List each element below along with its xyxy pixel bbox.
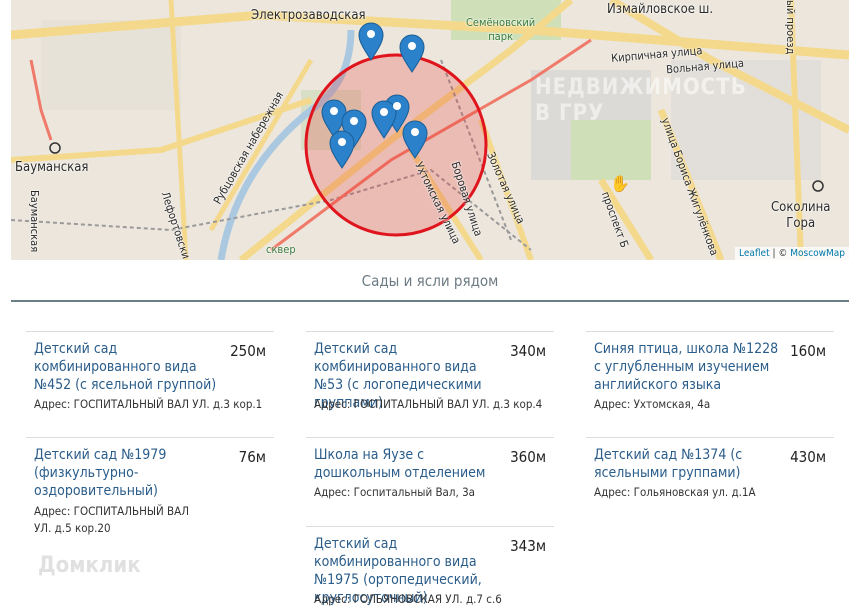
- map-label: сквер: [266, 243, 296, 256]
- address: Адрес: ГОЛЬЯНОВСКАЯ УЛ. д.7 с.6: [314, 592, 502, 606]
- domclick-watermark: Домклик: [38, 553, 141, 578]
- distance: 250м: [230, 342, 266, 360]
- map-label: ый проезд: [784, 0, 797, 55]
- map-marker: [358, 22, 384, 61]
- distance: 340м: [510, 342, 546, 360]
- kindergarten-card: Синяя птица, школа №1228 с углубленным и…: [586, 331, 834, 437]
- kindergarten-link[interactable]: Детский сад №1374 (с ясельными группами): [594, 446, 782, 482]
- markers: [321, 22, 428, 169]
- kindergarten-card: Детский сад комбинированного вида №1975 …: [306, 526, 554, 612]
- kindergarten-card: Школа на Яузе с дошкольным отделением 36…: [306, 437, 554, 526]
- leaflet-link[interactable]: Leaflet: [739, 248, 770, 259]
- distance: 160м: [790, 342, 826, 360]
- map-marker: [399, 34, 425, 73]
- kindergarten-card: Детский сад №1374 (с ясельными группами)…: [586, 437, 834, 526]
- map-label: Электрозаводская: [251, 8, 366, 23]
- address: Адрес: Госпитальный Вал, 3а: [314, 485, 476, 499]
- moscowmap-link[interactable]: MoscowMap: [790, 248, 845, 259]
- distance: 430м: [790, 448, 826, 466]
- map[interactable]: НЕДВИЖИМОСТЬ В ГРУ ✋ Электрозаводская Се…: [11, 0, 849, 260]
- kindergarten-card: Детский сад комбинированного вида №452 (…: [26, 331, 274, 437]
- map-label: Бауманская: [28, 190, 41, 253]
- section-title: Сады и ясли рядом: [361, 272, 499, 290]
- map-marker: [402, 120, 428, 159]
- kindergarten-link[interactable]: Школа на Яузе с дошкольным отделением: [314, 446, 502, 482]
- kindergarten-link[interactable]: Синяя птица, школа №1228 с углубленным и…: [594, 340, 782, 394]
- section-divider: [11, 300, 849, 302]
- map-label: Бауманская: [15, 160, 89, 175]
- address: Адрес: ГОСПИТАЛЬНЫЙ ВАЛ УЛ. д.5 кор.20: [34, 504, 189, 535]
- map-marker: [329, 130, 355, 169]
- hand-cursor-icon: ✋: [610, 174, 630, 193]
- kindergarten-link[interactable]: Детский сад комбинированного вида №452 (…: [34, 340, 222, 394]
- kindergarten-card: Детский сад комбинированного вида №53 (с…: [306, 331, 554, 437]
- map-attribution: Leaflet | © MoscowMap: [735, 247, 849, 260]
- distance: 76м: [238, 448, 266, 466]
- map-marker: [371, 100, 397, 139]
- distance: 343м: [510, 537, 546, 555]
- map-label: Измайловское ш.: [607, 2, 714, 17]
- distance: 360м: [510, 448, 546, 466]
- address: Адрес: ГОСПИТАЛЬНЫЙ ВАЛ УЛ. д.3 кор.1: [34, 397, 263, 411]
- map-watermark: НЕДВИЖИМОСТЬ В ГРУ: [535, 75, 747, 126]
- address: Адрес: Гольяновская ул. д.1А: [594, 485, 756, 499]
- address: Адрес: Ухтомская, 4а: [594, 397, 711, 411]
- kindergarten-link[interactable]: Детский сад №1979 (физкультурно-оздорови…: [34, 446, 222, 500]
- map-label: Семёновский парк: [466, 16, 536, 43]
- kindergarten-card: Детский сад №1979 (физкультурно-оздорови…: [26, 437, 274, 538]
- map-label: Соколина Гора: [771, 200, 831, 231]
- address: Адрес: ГОСПИТАЛЬНЫЙ ВАЛ УЛ. д.3 кор.4: [314, 397, 543, 411]
